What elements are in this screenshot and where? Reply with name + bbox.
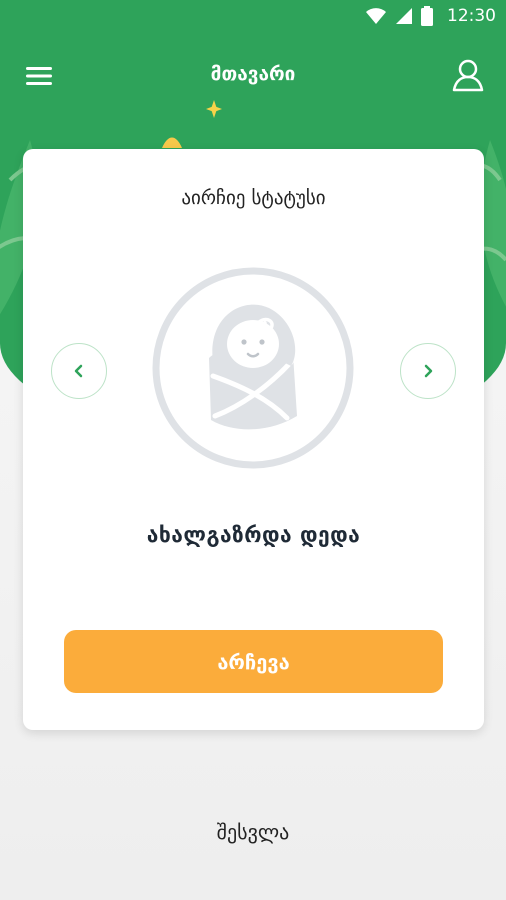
- user-icon: [452, 59, 484, 92]
- login-link[interactable]: შესვლა: [0, 820, 506, 844]
- choose-button-label: არჩევა: [217, 649, 290, 674]
- app-bar: მთავარი: [0, 48, 506, 104]
- leaf-small-top: [162, 137, 182, 148]
- app-title: მთავარი: [210, 63, 296, 85]
- baby-icon: [152, 267, 354, 469]
- status-card: აირჩიე სტატუსი ახალგაზრდა დედა არჩევა: [23, 149, 484, 730]
- status-bar: 12:30: [0, 0, 506, 32]
- chevron-left-icon: [74, 364, 83, 378]
- clock-time: 12:30: [447, 6, 496, 26]
- previous-status-button[interactable]: [51, 343, 107, 399]
- wifi-icon: [366, 8, 386, 24]
- choose-button[interactable]: არჩევა: [64, 630, 443, 693]
- profile-button[interactable]: [452, 58, 484, 92]
- card-title: აირჩიე სტატუსი: [181, 187, 326, 209]
- next-status-button[interactable]: [400, 343, 456, 399]
- status-name: ახალგაზრდა დედა: [146, 523, 361, 547]
- battery-icon: [421, 6, 433, 26]
- signal-icon: [396, 8, 412, 24]
- chevron-right-icon: [424, 364, 433, 378]
- sparkle-icon: [206, 100, 222, 118]
